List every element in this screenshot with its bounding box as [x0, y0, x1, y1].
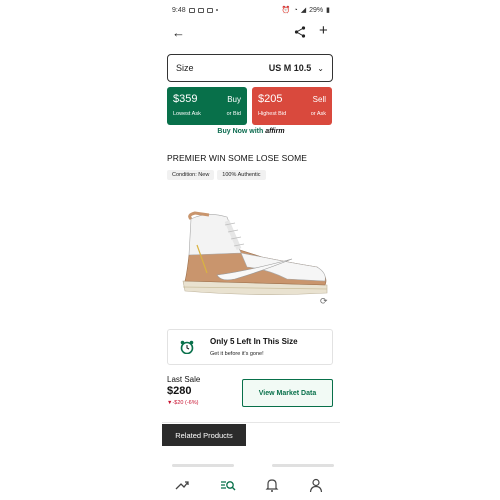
- battery-level: 29%: [309, 6, 324, 14]
- buy-button[interactable]: $359 Buy Lowest Ask or Bid: [167, 87, 247, 125]
- highest-bid-price: $205: [258, 93, 283, 105]
- app-screen: 9:48 ⏰ ◔ ◢ 29% ▮ ← + Size US M 10.5 ⌄ $3…: [162, 0, 340, 500]
- size-value: US M 10.5: [268, 63, 312, 73]
- share-icon[interactable]: [294, 26, 306, 38]
- status-time: 9:48: [172, 6, 186, 14]
- stock-heading: Only 5 Left In This Size: [210, 337, 298, 346]
- rotate-360-icon[interactable]: ⟳: [320, 296, 328, 307]
- dot-icon: [215, 9, 218, 11]
- condition-tag: Condition: New: [167, 170, 215, 180]
- or-bid-caption: or Bid: [226, 111, 241, 117]
- product-tags: Condition: New 100% Authentic: [167, 170, 266, 180]
- search-icon[interactable]: [220, 477, 236, 493]
- status-bar: 9:48 ⏰ ◔ ◢ 29% ▮: [162, 0, 340, 20]
- highest-bid-caption: Highest Bid: [258, 111, 287, 117]
- sell-button[interactable]: $205 Sell Highest Bid or Ask: [252, 87, 332, 125]
- authentic-tag: 100% Authentic: [217, 170, 266, 180]
- low-stock-card: Only 5 Left In This Size Get it before i…: [167, 329, 333, 365]
- chevron-down-icon: ⌄: [317, 63, 324, 73]
- bottom-nav: [162, 470, 340, 500]
- battery-icon: ▮: [326, 7, 330, 14]
- affirm-logo: affirm: [265, 128, 285, 135]
- related-card[interactable]: [172, 464, 234, 467]
- view-market-data-button[interactable]: View Market Data: [242, 379, 333, 407]
- change-value: -$20 (-6%): [172, 400, 199, 406]
- product-image[interactable]: [177, 205, 332, 300]
- buy-now-affirm[interactable]: Buy Now with affirm: [162, 128, 340, 135]
- bell-icon[interactable]: [264, 477, 280, 493]
- signal-icon: ◢: [300, 7, 307, 14]
- last-sale-price: $280: [167, 385, 192, 397]
- back-arrow-icon[interactable]: ←: [172, 25, 185, 40]
- sell-label: Sell: [312, 95, 326, 104]
- top-bar: ← +: [162, 22, 340, 44]
- or-ask-caption: or Ask: [310, 111, 326, 117]
- last-sale: Last Sale $280 ▼-$20 (-6%): [167, 375, 200, 406]
- lowest-ask-price: $359: [173, 93, 198, 105]
- buy-now-text: Buy Now with: [217, 128, 264, 135]
- notification-icon: [188, 7, 195, 13]
- divider: [162, 422, 340, 423]
- alarm-icon: ⏰: [281, 7, 291, 14]
- stock-subtext: Get it before it's gone!: [210, 351, 264, 357]
- last-sale-label: Last Sale: [167, 375, 201, 384]
- lowest-ask-caption: Lowest Ask: [173, 111, 201, 117]
- mail-icon: [206, 7, 213, 13]
- size-label: Size: [176, 63, 194, 73]
- alarm-clock-icon: [180, 340, 194, 354]
- related-products-tab[interactable]: Related Products: [162, 424, 246, 446]
- add-icon[interactable]: +: [319, 22, 328, 39]
- product-title: PREMIER WIN SOME LOSE SOME: [167, 153, 308, 163]
- wifi-icon: ◔: [293, 6, 298, 14]
- last-sale-change: ▼-$20 (-6%): [167, 400, 200, 406]
- user-icon[interactable]: [308, 477, 324, 493]
- image-icon: [197, 7, 204, 13]
- related-card[interactable]: [272, 464, 334, 467]
- trending-icon[interactable]: [174, 477, 190, 493]
- size-selector[interactable]: Size US M 10.5 ⌄: [167, 54, 333, 82]
- buy-label: Buy: [227, 95, 241, 104]
